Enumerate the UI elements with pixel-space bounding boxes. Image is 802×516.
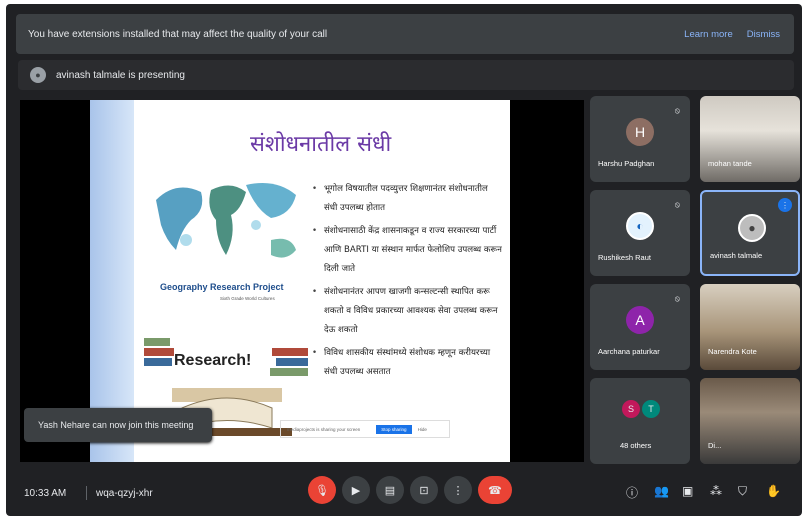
avatar: H: [626, 118, 654, 146]
participant-name: avinash talmale: [710, 251, 763, 260]
presenter-avatar: ●: [30, 67, 46, 83]
people-icon[interactable]: 👥: [654, 484, 669, 498]
mic-off-icon: ⦸: [674, 200, 680, 209]
participant-tile[interactable]: Narendra Kote: [700, 284, 800, 370]
sharing-notice-text: mediaprojects is sharing your screen: [287, 426, 361, 432]
avatar: T: [642, 400, 660, 418]
camera-feed: [700, 96, 800, 182]
more-options-button[interactable]: ⋮: [444, 476, 472, 504]
others-avatars: S T: [622, 400, 660, 418]
camera-feed: [700, 378, 800, 464]
presenting-text: avinash talmale is presenting: [56, 69, 185, 81]
camera-icon: ▶: [351, 484, 361, 497]
stop-sharing-button[interactable]: Stop sharing: [376, 424, 412, 434]
participant-tile[interactable]: ⦸ A Aarchana paturkar: [590, 284, 690, 370]
raise-hand-icon[interactable]: ✋: [766, 484, 781, 498]
participant-tile-active[interactable]: ⋮ ● avinash talmale: [700, 190, 800, 276]
world-map-image: [156, 182, 296, 258]
participant-name: Rushikesh Raut: [598, 253, 651, 262]
join-notification: Yash Nehare can now join this meeting: [24, 408, 212, 442]
speaking-indicator-icon: ⋮: [778, 198, 792, 212]
bullet-item: विविध शासकीय संस्थांमध्ये संशोधक म्हणून …: [312, 344, 502, 382]
mic-off-icon: ⦸: [674, 106, 680, 115]
avatar: A: [626, 306, 654, 334]
camera-feed: [700, 284, 800, 370]
avatar: ●: [738, 214, 766, 242]
more-icon: ⋮: [452, 484, 464, 497]
extensions-banner: You have extensions installed that may a…: [16, 14, 794, 54]
participant-tile[interactable]: ⦸ ◐ Rushikesh Raut: [590, 190, 690, 276]
phone-hangup-icon: ☎: [488, 484, 502, 497]
participant-tile[interactable]: Di...: [700, 378, 800, 464]
participant-tile[interactable]: ⦸ H Harshu Padghan: [590, 96, 690, 182]
divider: [86, 486, 87, 500]
project-subtitle: Sixth Grade World Cultures: [220, 296, 275, 301]
participant-name: Narendra Kote: [708, 347, 757, 356]
research-label: Research!: [174, 352, 252, 369]
others-count: 48 others: [620, 441, 652, 450]
bullet-item: भूगोल विषयातील पदव्युत्तर शिक्षणानंतर सं…: [312, 180, 502, 218]
participant-name: Aarchana paturkar: [598, 347, 660, 356]
banner-message: You have extensions installed that may a…: [28, 28, 328, 40]
camera-toggle-button[interactable]: ▶: [342, 476, 370, 504]
host-controls-icon[interactable]: ⛉: [738, 484, 747, 499]
others-tile[interactable]: S T 48 others: [590, 378, 690, 464]
bullet-item: संशोधनासाठी केंद्र शासनाकडून व राज्य सरक…: [312, 222, 502, 279]
captions-button[interactable]: ▤: [376, 476, 404, 504]
project-title: Geography Research Project: [160, 282, 284, 292]
meet-window: You have extensions installed that may a…: [6, 4, 802, 516]
activities-icon[interactable]: ⁂: [710, 484, 722, 498]
avatar: S: [622, 400, 640, 418]
dismiss-button[interactable]: Dismiss: [747, 29, 780, 40]
mic-off-icon: ⦸: [674, 294, 680, 303]
slide-bullets: भूगोल विषयातील पदव्युत्तर शिक्षणानंतर सं…: [312, 180, 502, 386]
chat-icon[interactable]: ▣: [682, 484, 693, 498]
captions-icon: ▤: [384, 484, 396, 497]
mic-off-icon: 🎙: [315, 484, 329, 497]
bullet-item: संशोधनानंतर आपण खाजगी कन्सल्टन्सी स्थापि…: [312, 283, 502, 340]
sharing-notice: mediaprojects is sharing your screen Sto…: [280, 420, 450, 438]
participant-name: Harshu Padghan: [598, 159, 655, 168]
mic-toggle-button[interactable]: 🎙: [308, 476, 336, 504]
participant-tile[interactable]: mohan tande: [700, 96, 800, 182]
end-call-button[interactable]: ☎: [478, 476, 512, 504]
meeting-time: 10:33 AM: [24, 487, 67, 499]
hide-button[interactable]: Hide: [418, 427, 427, 432]
join-notification-text: Yash Nehare can now join this meeting: [38, 420, 194, 430]
present-icon: ⊡: [419, 484, 429, 497]
meeting-code: wqa-qzyj-xhr: [96, 487, 153, 499]
presenting-bar: ● avinash talmale is presenting: [18, 60, 794, 90]
present-button[interactable]: ⊡: [410, 476, 438, 504]
info-icon[interactable]: ⓘ: [626, 484, 638, 501]
participant-name: Di...: [708, 441, 722, 450]
control-bar: 10:33 AM wqa-qzyj-xhr 🎙 ▶ ▤ ⊡ ⋮ ☎ ⓘ 👥 ▣ …: [6, 470, 802, 516]
participant-name: mohan tande: [708, 159, 752, 168]
slide-title: संशोधनातील संधी: [250, 132, 392, 157]
learn-more-link[interactable]: Learn more: [684, 29, 733, 40]
avatar: ◐: [626, 212, 654, 240]
